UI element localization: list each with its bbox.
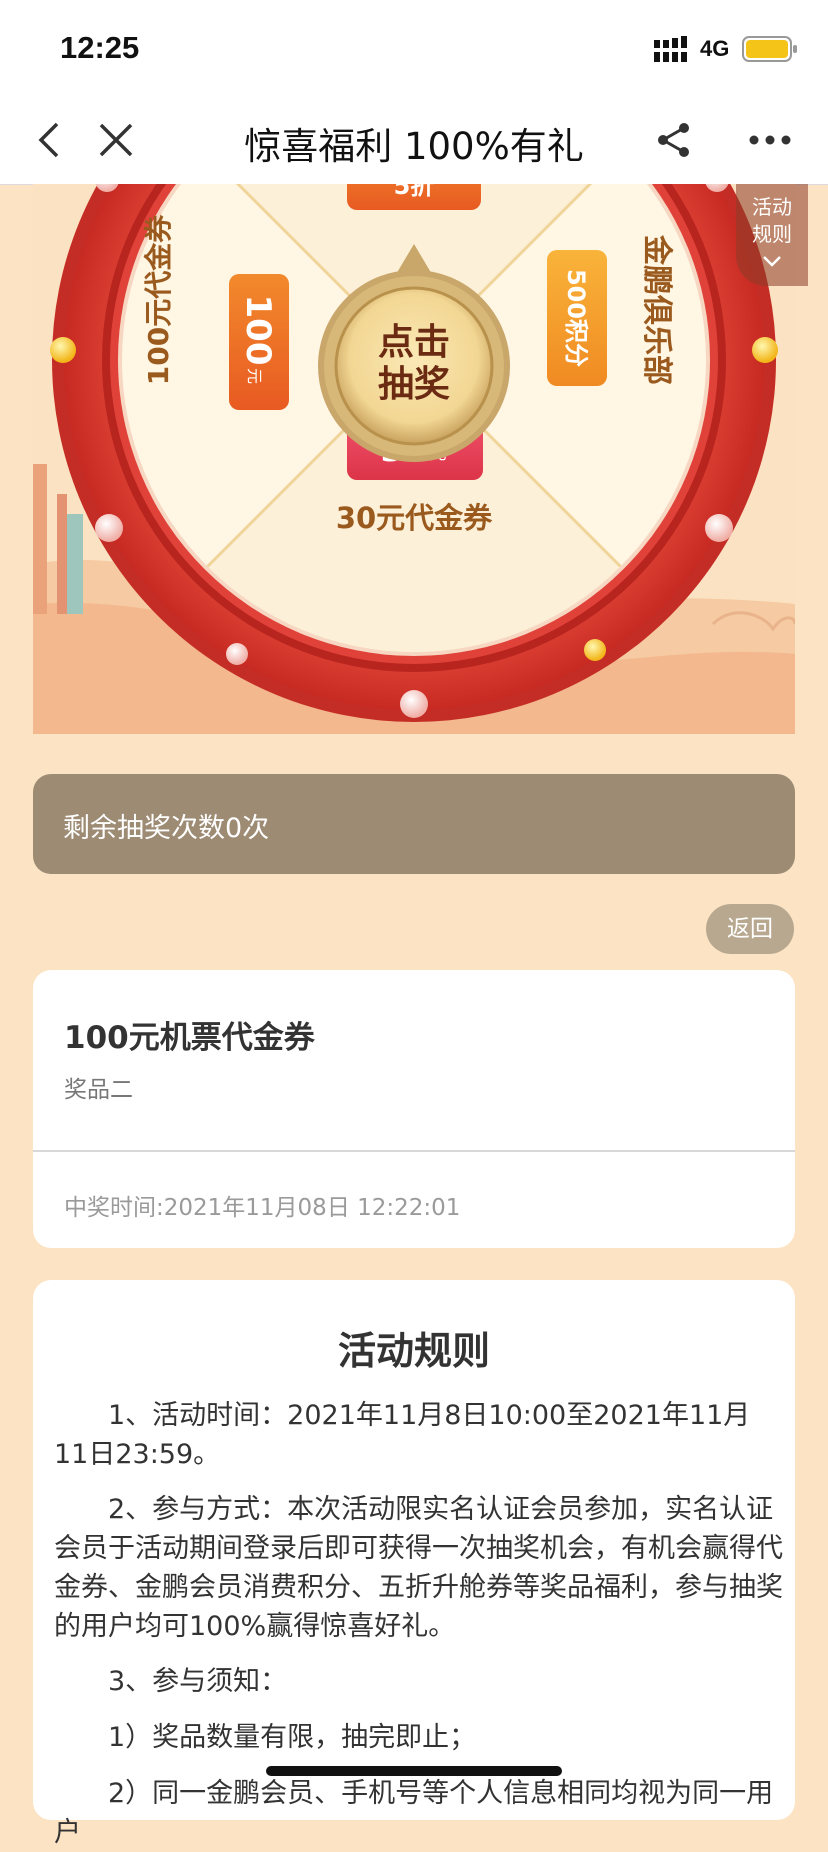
network-type: 4G bbox=[700, 36, 730, 61]
rules-tab-line2: 规则 bbox=[752, 222, 792, 246]
page-title: 惊喜福利 100%有礼 bbox=[244, 125, 584, 168]
remaining-draws-text: 剩余抽奖次数0次 bbox=[63, 813, 270, 844]
return-button[interactable]: 返回 bbox=[706, 904, 794, 954]
rules-paragraph: 3、参与须知： bbox=[108, 1666, 288, 1697]
rim-light bbox=[400, 690, 428, 718]
rules-paragraph: 2）同一金鹏会员、手机号等个人信息相同均视为同一用户 bbox=[54, 1778, 774, 1848]
nav-bar: 惊喜福利 100%有礼 bbox=[0, 96, 828, 185]
share-icon bbox=[658, 123, 689, 157]
rim-light bbox=[752, 337, 778, 363]
prize-ticket-left-value: 100 bbox=[238, 295, 278, 366]
lottery-wheel: 5折 100 元 100元代金券 500积分 金鹏俱乐部 30元代金券 点击 抽… bbox=[33, 184, 795, 734]
draw-button-line1: 点击 bbox=[378, 322, 450, 363]
status-time: 12:25 bbox=[60, 30, 140, 65]
prize-ticket-left: 100 元 bbox=[229, 274, 289, 410]
rim-light bbox=[95, 514, 123, 542]
rules-tab-line1: 活动 bbox=[752, 195, 792, 219]
rules-paragraph: 1、活动时间：2021年11月8日10:00至2021年11月11日23:59。 bbox=[54, 1400, 751, 1470]
rules-paragraph: 2、参与方式：本次活动限实名认证会员参加，实名认证会员于活动期间登录后即可获得一… bbox=[54, 1494, 783, 1642]
rim-light bbox=[50, 337, 76, 363]
prize-right-label: 金鹏俱乐部 bbox=[639, 234, 674, 385]
prize-ticket-top-label: 5折 bbox=[394, 184, 435, 200]
more-button[interactable] bbox=[744, 114, 796, 166]
rim-light bbox=[226, 643, 248, 665]
rules-paragraph: 1）奖品数量有限，抽完即止； bbox=[108, 1722, 477, 1753]
prize-level: 奖品二 bbox=[64, 1077, 133, 1103]
share-button[interactable] bbox=[648, 114, 700, 166]
battery-icon bbox=[742, 36, 797, 62]
prize-card: 100元机票代金券 奖品二 中奖时间:2021年11月08日 12:22:01 bbox=[33, 970, 795, 1248]
draw-button-line2: 抽奖 bbox=[378, 364, 450, 405]
signal-icon bbox=[654, 36, 687, 62]
more-icon bbox=[749, 135, 791, 145]
prize-ticket-right-label: 500积分 bbox=[562, 269, 590, 367]
home-indicator bbox=[266, 1766, 562, 1776]
chevron-down-icon bbox=[763, 256, 781, 267]
lottery-wheel-banner: 5折 100 元 100元代金券 500积分 金鹏俱乐部 30元代金券 点击 抽… bbox=[33, 184, 795, 734]
prize-bottom-label: 30元代金券 bbox=[336, 501, 493, 535]
rules-card: 活动规则 1、活动时间：2021年11月8日10:00至2021年11月11日2… bbox=[33, 1280, 795, 1848]
prize-left-label: 100元代金券 bbox=[142, 214, 175, 385]
rules-tab-button[interactable]: 活动 规则 bbox=[736, 184, 808, 286]
prize-name: 100元机票代金券 bbox=[64, 1020, 315, 1056]
rules-title: 活动规则 bbox=[337, 1329, 490, 1373]
remaining-draws-bar: 剩余抽奖次数0次 bbox=[33, 774, 795, 874]
status-bar: 12:25 4G bbox=[0, 0, 828, 96]
prize-ticket-left-unit: 元 bbox=[245, 368, 264, 384]
rim-light bbox=[705, 514, 733, 542]
prize-win-time: 中奖时间:2021年11月08日 12:22:01 bbox=[64, 1195, 461, 1221]
divider bbox=[33, 1150, 795, 1152]
prize-ticket-right: 500积分 bbox=[547, 250, 607, 386]
prize-ticket-top: 5折 bbox=[347, 184, 481, 210]
rim-light bbox=[584, 639, 606, 661]
